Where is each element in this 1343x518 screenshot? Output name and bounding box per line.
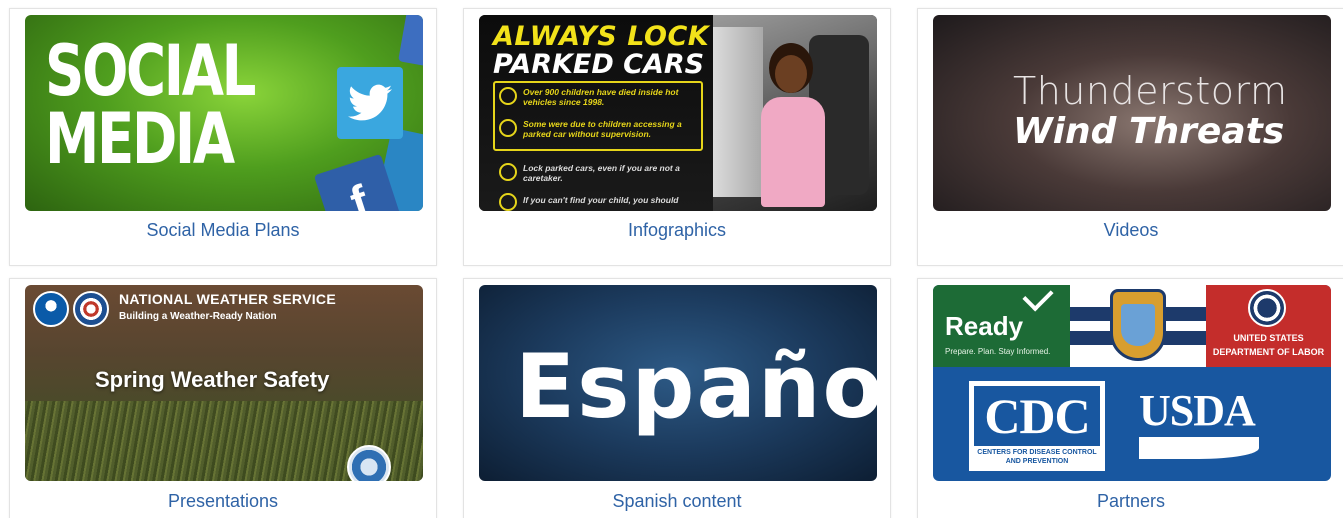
- card-spanish-content[interactable]: Español Spanish content: [463, 278, 891, 518]
- thumb-title: Spring Weather Safety: [95, 367, 330, 392]
- thumb-text: SOCIAL: [45, 30, 256, 112]
- card-caption-link[interactable]: Infographics: [464, 219, 890, 241]
- card-videos[interactable]: Thunderstorm Wind Threats Videos: [917, 8, 1343, 266]
- thumb-text: Thunderstorm: [1013, 69, 1288, 113]
- card-caption-link[interactable]: Presentations: [10, 490, 436, 512]
- duck-icon: [1121, 304, 1155, 346]
- thumb-tagline: Building a Weather-Ready Nation: [119, 311, 277, 322]
- ready-logo-text: Ready: [945, 311, 1024, 341]
- video-thumbnail[interactable]: Thunderstorm Wind Threats: [933, 15, 1331, 211]
- card-partners[interactable]: Ready Prepare. Plan. Stay Informed. UNIT…: [917, 278, 1343, 518]
- usda-logo-swoosh: [1139, 437, 1259, 459]
- cdc-logo-text: CDC: [974, 386, 1100, 446]
- thumb-heading: ALWAYS LOCK: [493, 21, 710, 52]
- card-caption-link[interactable]: Partners: [918, 490, 1343, 512]
- child-head: [775, 55, 807, 93]
- checkmark-icon: [1022, 285, 1054, 312]
- seal-icon: [1248, 289, 1286, 327]
- card-caption-link[interactable]: Spanish content: [464, 490, 890, 512]
- thumb-text: MEDIA: [45, 98, 235, 180]
- seal-icon: [347, 445, 391, 481]
- card-presentations[interactable]: NATIONAL WEATHER SERVICE Building a Weat…: [9, 278, 437, 518]
- labor-department-logo: UNITED STATES DEPARTMENT OF LABOR: [1206, 285, 1331, 367]
- twitter-icon: [337, 67, 403, 139]
- key-icon: [499, 163, 517, 181]
- nws-logo-icon: [73, 291, 109, 327]
- fish-wildlife-logo: [1070, 285, 1206, 367]
- usda-logo-text: USDA: [1139, 386, 1256, 435]
- noaa-logo-icon: [33, 291, 69, 327]
- spanish-thumbnail[interactable]: Español: [479, 285, 877, 481]
- info-point: Over 900 children have died inside hot v…: [523, 87, 679, 107]
- info-point: Some were due to children accessing a pa…: [523, 119, 682, 139]
- teddy-bear-icon: [499, 87, 517, 105]
- child-in-car-photo: [713, 15, 877, 211]
- partners-thumbnail[interactable]: Ready Prepare. Plan. Stay Informed. UNIT…: [933, 285, 1331, 481]
- cdc-logo: CDC CENTERS FOR DISEASE CONTROL AND PREV…: [969, 381, 1105, 471]
- info-icon: [499, 193, 517, 211]
- car-door: [713, 27, 763, 197]
- child-icon: [499, 119, 517, 137]
- social-media-thumbnail[interactable]: SOCIAL MEDIA f: [25, 15, 423, 211]
- cdc-logo-subtext: CENTERS FOR DISEASE CONTROL AND PREVENTI…: [977, 449, 1097, 465]
- info-point: If you can't find your child, you should: [523, 195, 679, 205]
- ready-logo: Ready Prepare. Plan. Stay Informed.: [933, 285, 1070, 367]
- thumb-text: Wind Threats: [1013, 111, 1285, 152]
- card-caption-link[interactable]: Social Media Plans: [10, 219, 436, 241]
- child-figure: [761, 97, 825, 207]
- ready-logo-subtext: Prepare. Plan. Stay Informed.: [945, 347, 1051, 356]
- social-tile: [398, 15, 423, 69]
- info-point: Lock parked cars, even if you are not a …: [523, 163, 680, 183]
- dol-text: UNITED STATES: [1233, 333, 1304, 343]
- dol-text: DEPARTMENT OF LABOR: [1212, 347, 1325, 357]
- card-caption-link[interactable]: Videos: [918, 219, 1343, 241]
- thumb-org-name: NATIONAL WEATHER SERVICE: [119, 291, 336, 307]
- card-social-media-plans[interactable]: SOCIAL MEDIA f Social Media Plans: [9, 8, 437, 266]
- thumb-heading: PARKED CARS: [493, 49, 705, 80]
- presentation-thumbnail[interactable]: NATIONAL WEATHER SERVICE Building a Weat…: [25, 285, 423, 481]
- card-infographics[interactable]: ALWAYS LOCK PARKED CARS Over 900 childre…: [463, 8, 891, 266]
- thumb-text: Español: [515, 335, 877, 438]
- shield-icon: [1110, 289, 1166, 361]
- infographic-thumbnail[interactable]: ALWAYS LOCK PARKED CARS Over 900 childre…: [479, 15, 877, 211]
